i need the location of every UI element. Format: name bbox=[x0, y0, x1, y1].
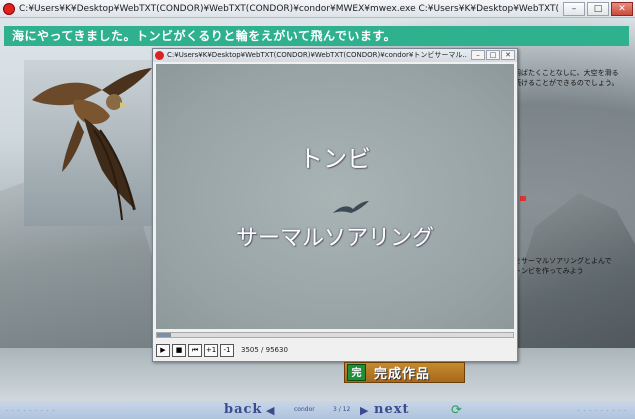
rewind-button[interactable]: ⏮ bbox=[188, 343, 202, 357]
works-button-label: 完成作品 bbox=[374, 367, 431, 382]
play-button[interactable]: ▶ bbox=[156, 343, 170, 357]
back-arrow-icon[interactable]: ◀ bbox=[266, 404, 274, 417]
player-close-button[interactable]: ✕ bbox=[501, 50, 515, 60]
player-window-controls: – □ ✕ bbox=[471, 50, 515, 60]
works-badge-icon: 完 bbox=[347, 364, 366, 381]
step-forward-button[interactable]: +1 bbox=[204, 343, 218, 357]
back-button[interactable]: back bbox=[224, 402, 262, 417]
flying-kite-icon bbox=[333, 201, 369, 213]
app-icon bbox=[3, 3, 15, 15]
player-controls: ▶ ■ ⏮ +1 -1 3505 / 95630 bbox=[156, 342, 288, 358]
player-minimize-button[interactable]: – bbox=[471, 50, 485, 60]
kite-photo bbox=[24, 60, 156, 226]
minimize-button[interactable]: – bbox=[563, 2, 585, 16]
side-text-top: 羽ばたくことなしに、大空を滑る 続けることができるのでしょう。 bbox=[514, 68, 619, 88]
video-area[interactable]: トンビ サーマルソアリング bbox=[156, 64, 514, 329]
window-title: C:¥Users¥K¥Desktop¥WebTXT(CONDOR)¥WebTXT… bbox=[19, 4, 559, 14]
nav-section-label: condor bbox=[294, 406, 315, 413]
maximize-button[interactable]: □ bbox=[587, 2, 609, 16]
window-controls: – □ ✕ bbox=[563, 2, 633, 16]
player-titlebar: C:¥Users¥K¥Desktop¥WebTXT(CONDOR)¥WebTXT… bbox=[153, 49, 517, 62]
step-back-button[interactable]: -1 bbox=[220, 343, 234, 357]
cliff-right-image bbox=[510, 193, 635, 363]
side-text-line: トンビを作ってみよう bbox=[514, 267, 584, 275]
side-text-line: 続けることができるのでしょう。 bbox=[514, 79, 619, 87]
page-header: 海にやってきました。トンビがくるりと輪をえがいて飛んでいます。 bbox=[4, 26, 629, 46]
seek-bar[interactable] bbox=[156, 332, 514, 338]
side-text-bottom: をサーマルソアリングとよんで トンビを作ってみよう bbox=[514, 256, 612, 276]
player-title: C:¥Users¥K¥Desktop¥WebTXT(CONDOR)¥WebTXT… bbox=[167, 51, 467, 59]
next-button[interactable]: next bbox=[374, 402, 409, 417]
player-app-icon bbox=[155, 51, 164, 60]
refresh-icon[interactable]: ⟳ bbox=[451, 403, 462, 418]
red-marker bbox=[520, 196, 526, 201]
seek-bar-fill bbox=[157, 333, 172, 337]
completed-works-button[interactable]: 完 完成作品 bbox=[344, 362, 465, 383]
side-text-line: をサーマルソアリングとよんで bbox=[514, 257, 612, 265]
nav-dots-right: · · · · · · · · · bbox=[577, 408, 627, 415]
close-button[interactable]: ✕ bbox=[611, 2, 633, 16]
page-indicator: 3 / 12 bbox=[333, 406, 351, 413]
media-player-window: C:¥Users¥K¥Desktop¥WebTXT(CONDOR)¥WebTXT… bbox=[152, 48, 518, 362]
bottom-nav: · · · · · · · · · back ◀ condor 3 / 12 ▶… bbox=[0, 401, 635, 419]
nav-dots-left: · · · · · · · · · bbox=[6, 408, 56, 415]
next-arrow-icon[interactable]: ▶ bbox=[360, 404, 368, 417]
player-maximize-button[interactable]: □ bbox=[486, 50, 500, 60]
video-title-thermal: サーマルソアリング bbox=[235, 226, 434, 251]
video-title-kite: トンビ bbox=[299, 145, 371, 173]
window-titlebar: C:¥Users¥K¥Desktop¥WebTXT(CONDOR)¥WebTXT… bbox=[0, 0, 635, 18]
side-text-line: 羽ばたくことなしに、大空を滑る bbox=[514, 69, 619, 77]
kite-bird-icon bbox=[32, 68, 152, 221]
frame-counter: 3505 / 95630 bbox=[241, 346, 288, 354]
stop-button[interactable]: ■ bbox=[172, 343, 186, 357]
